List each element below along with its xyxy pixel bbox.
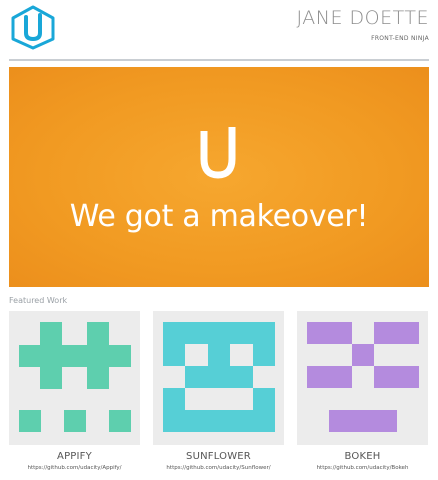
owner-name: JANE DOETTE xyxy=(296,7,429,29)
project-thumbnail[interactable] xyxy=(9,311,140,445)
project-title[interactable]: SUNFLOWER xyxy=(153,451,284,462)
hero-banner: We got a makeover! xyxy=(9,67,429,287)
owner-role: FRONT-END NINJA xyxy=(371,35,429,42)
project-thumbnail[interactable] xyxy=(297,311,428,445)
project-card-bokeh[interactable]: BOKEH https://github.com/udacity/Bokeh xyxy=(297,311,428,471)
hero-headline: We got a makeover! xyxy=(69,199,369,234)
appify-pattern-icon xyxy=(19,322,131,432)
project-title[interactable]: BOKEH xyxy=(297,451,428,462)
project-url[interactable]: https://github.com/udacity/Sunflower/ xyxy=(153,465,284,471)
bokeh-pattern-icon xyxy=(307,322,419,432)
project-title[interactable]: APPIFY xyxy=(9,451,140,462)
project-url[interactable]: https://github.com/udacity/Bokeh xyxy=(297,465,428,471)
udacity-u-mark-icon xyxy=(200,127,236,179)
project-url[interactable]: https://github.com/udacity/Appify/ xyxy=(9,465,140,471)
header-divider xyxy=(9,59,429,61)
sunflower-pattern-icon xyxy=(163,322,275,432)
udacity-logo-icon[interactable] xyxy=(9,5,57,50)
project-thumbnail[interactable] xyxy=(153,311,284,445)
portfolio-page: JANE DOETTE FRONT-END NINJA We got a mak… xyxy=(0,0,438,480)
project-card-sunflower[interactable]: SUNFLOWER https://github.com/udacity/Sun… xyxy=(153,311,284,471)
featured-work-title: Featured Work xyxy=(9,296,68,305)
project-card-appify[interactable]: APPIFY https://github.com/udacity/Appify… xyxy=(9,311,140,471)
